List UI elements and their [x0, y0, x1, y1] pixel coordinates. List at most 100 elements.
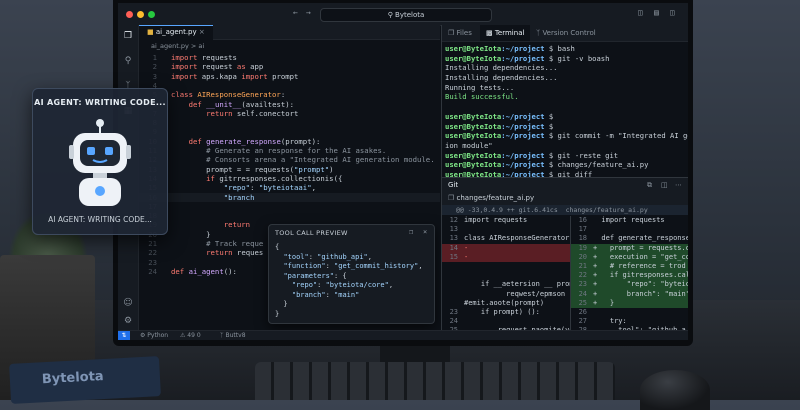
- layout-panel-icon[interactable]: ▤: [654, 8, 659, 17]
- diff-line-number: 14: [449, 243, 458, 252]
- close-window-button[interactable]: [126, 11, 133, 18]
- code-token: __unit__: [206, 99, 242, 109]
- terminal-prompt-user: user@ByteIota: [445, 160, 502, 170]
- code-line[interactable]: 7 return self.conectort: [139, 109, 440, 118]
- code-line[interactable]: 5class AIResponseGenerator:: [139, 90, 440, 99]
- diff-line-number: 27: [578, 317, 587, 326]
- code-line[interactable]: 15 "repo": "byteiotaai",: [139, 183, 440, 192]
- terminal-line: user@ByteIota:~/project $: [445, 112, 688, 122]
- keyboard: [255, 362, 615, 400]
- diff-line: reqwest/epmson: [442, 290, 570, 299]
- diff-file-tab[interactable]: ❐ changes/feature_ai.py: [442, 192, 688, 206]
- code-token: "byteiotaai": [258, 183, 312, 193]
- code-line[interactable]: 2 import request as app: [139, 62, 440, 71]
- search-icon[interactable]: ⚲: [122, 55, 134, 67]
- diff-line-number: 25: [578, 298, 587, 307]
- diff-line-number: 17: [578, 225, 587, 234]
- diff-added-line: 23 + "repo": "byteio: [571, 280, 688, 290]
- back-arrow-icon[interactable]: ←: [293, 8, 298, 17]
- code-token: AIResponseGenerator: [197, 90, 281, 100]
- code-line[interactable]: 13 prompt = = requests("prompt"): [139, 165, 440, 174]
- terminal[interactable]: user@ByteIota:~/project $ bash user@ByteI…: [442, 41, 688, 189]
- code-line[interactable]: 16 "branch: [139, 192, 440, 202]
- command-center[interactable]: ⚲ Bytelota: [320, 8, 492, 22]
- code-token: :: [250, 183, 259, 193]
- code-token: {: [275, 243, 280, 251]
- ai-agent-card: AI AGENT: WRITING CODE... AI AGENT: WRIT…: [32, 88, 168, 235]
- diff-line: 27 try:: [571, 317, 688, 326]
- diff-line-text: class AIResponseGenerator:: [464, 234, 571, 243]
- code-line[interactable]: 11 # Generate an response for the AI asa…: [139, 146, 440, 155]
- code-token: self.conectort: [236, 108, 299, 118]
- code-token: ,: [388, 281, 394, 289]
- diff-line: 12 import requests: [442, 216, 570, 225]
- code-token: :: [308, 252, 318, 261]
- code-token: ai_agent: [188, 266, 224, 276]
- tab-terminal[interactable]: ▩ Terminal: [480, 25, 531, 41]
- more-icon[interactable]: ⋯: [675, 178, 682, 192]
- code-token: ,: [367, 252, 372, 261]
- code-token: return: [206, 248, 237, 258]
- branch-indicator[interactable]: ᛉ Buttv8: [220, 331, 246, 340]
- forward-arrow-icon[interactable]: →: [306, 8, 311, 17]
- code-line[interactable]: 10 def generate_response(prompt):: [139, 137, 440, 146]
- language-mode[interactable]: ⚙ Python: [140, 331, 168, 340]
- minimize-window-button[interactable]: [137, 11, 144, 18]
- diff-line-text: + if gitresponses.cal: [593, 271, 688, 280]
- split-view-icon[interactable]: ◫: [661, 178, 668, 192]
- diff-line-text: if __aetersion __ prom: [464, 280, 571, 289]
- diff-file-name: changes/feature_ai.py: [456, 194, 535, 202]
- diff-line-text: reqwest/epmson: [464, 289, 566, 298]
- problems-indicator[interactable]: ⚠ 49 0: [180, 331, 201, 340]
- diff-line: 26: [571, 308, 688, 317]
- robot-icon: [69, 119, 131, 206]
- layout-split-icon[interactable]: ◫: [670, 8, 675, 17]
- code-token: ,: [311, 183, 316, 193]
- open-diff-icon[interactable]: ⧉: [647, 178, 652, 192]
- tab-version-control[interactable]: ᛉ Version Control: [530, 25, 602, 41]
- terminal-line: user@ByteIota:~/project $ git -reste git: [445, 151, 688, 161]
- diff-line-text: import requests: [593, 216, 665, 224]
- diff-right-pane[interactable]: 16 import requests 17 18 def generate_resp…: [571, 216, 688, 331]
- maximize-window-button[interactable]: [148, 11, 155, 18]
- remote-icon[interactable]: ⇅: [118, 331, 130, 340]
- breadcrumb[interactable]: ai_agent.py > ai: [139, 40, 452, 52]
- diff-line-number: 13: [449, 234, 458, 243]
- diff-left-pane[interactable]: 12 import requests 13 13 class AIResponseGen…: [442, 216, 571, 331]
- account-icon[interactable]: ☺: [122, 297, 134, 309]
- line-number: 21: [148, 239, 157, 248]
- terminal-prompt-path: :~/project: [501, 150, 545, 160]
- code-line[interactable]: 17: [139, 202, 440, 211]
- tab-files[interactable]: ❐ Files: [442, 25, 478, 41]
- copy-icon[interactable]: ❐: [409, 228, 413, 236]
- terminal-prompt-path: :~/project: [501, 160, 545, 170]
- code-line[interactable]: 3 import aps.kapa import prompt: [139, 72, 440, 81]
- code-line[interactable]: 18: [139, 211, 440, 220]
- layout-sidebar-icon[interactable]: ◫: [638, 8, 643, 17]
- code-line[interactable]: 9: [139, 127, 440, 136]
- terminal-command: $ changes/feature_ai.py: [544, 160, 649, 170]
- code-line[interactable]: 6 def __unit__(availtest):: [139, 100, 440, 109]
- json-line: }: [275, 300, 423, 310]
- code-line[interactable]: 4: [139, 81, 440, 90]
- files-icon[interactable]: ❐: [122, 30, 134, 42]
- diff-added-line: 19 + prompt = requests.o: [571, 243, 688, 253]
- problems-count: 49 0: [187, 332, 201, 339]
- code-line[interactable]: 12 # Consorts arena a "Integrated AI gen…: [139, 155, 440, 164]
- code-token: # Generate an response for the AI asakes…: [171, 146, 387, 155]
- ai-agent-caption: AI AGENT: WRITING CODE...: [48, 215, 152, 224]
- close-tab-icon[interactable]: ×: [199, 28, 205, 36]
- code-line[interactable]: 8: [139, 118, 440, 127]
- terminal-prompt-user: user@ByteIota: [445, 53, 502, 63]
- code-token: def: [188, 99, 207, 109]
- code-token: import: [241, 71, 273, 81]
- code-line[interactable]: 1 import requests: [139, 53, 440, 62]
- close-icon[interactable]: ×: [423, 228, 427, 236]
- settings-icon[interactable]: ⚙: [122, 315, 134, 327]
- diff-line-number: 12: [449, 216, 458, 224]
- tab-ai-agent[interactable]: ■ ai_agent.py ×: [139, 25, 213, 40]
- terminal-success: Build successful.: [445, 92, 519, 102]
- code-line[interactable]: 14 if gitrresponses.collectionis({: [139, 174, 440, 183]
